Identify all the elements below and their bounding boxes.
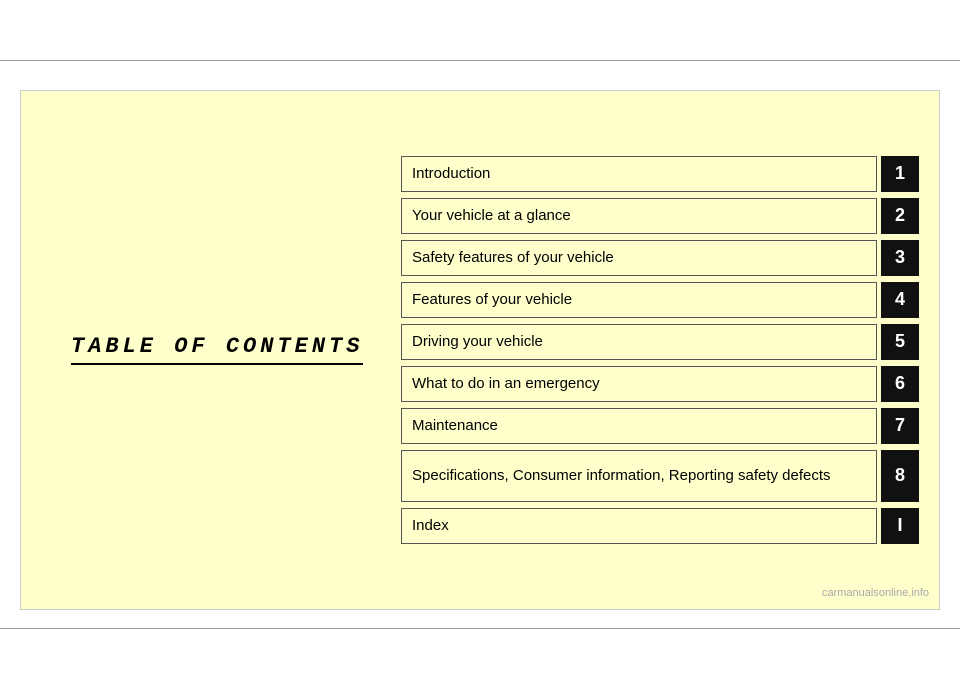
toc-item-number: 2 [881,198,919,234]
left-panel: TABLE OF CONTENTS [41,334,381,365]
bottom-divider [0,628,960,629]
toc-item-number: 6 [881,366,919,402]
toc-item-number: I [881,508,919,544]
watermark: carmanualsonline.info [822,587,929,599]
toc-item-label: Index [401,508,877,544]
toc-row[interactable]: Specifications, Consumer information, Re… [401,450,919,502]
toc-row[interactable]: What to do in an emergency6 [401,366,919,402]
toc-row[interactable]: Driving your vehicle5 [401,324,919,360]
toc-item-label: Introduction [401,156,877,192]
toc-item-number: 7 [881,408,919,444]
toc-title: TABLE OF CONTENTS [71,334,363,365]
toc-item-label: Your vehicle at a glance [401,198,877,234]
toc-row[interactable]: Features of your vehicle4 [401,282,919,318]
toc-item-number: 1 [881,156,919,192]
toc-item-number: 5 [881,324,919,360]
toc-row[interactable]: Safety features of your vehicle3 [401,240,919,276]
toc-item-label: Safety features of your vehicle [401,240,877,276]
toc-item-label: Maintenance [401,408,877,444]
toc-item-number: 3 [881,240,919,276]
toc-item-number: 8 [881,450,919,502]
toc-item-label: Specifications, Consumer information, Re… [401,450,877,502]
toc-list: Introduction1Your vehicle at a glance2Sa… [381,156,919,544]
toc-item-number: 4 [881,282,919,318]
toc-item-label: What to do in an emergency [401,366,877,402]
toc-row[interactable]: Maintenance7 [401,408,919,444]
toc-row[interactable]: Your vehicle at a glance2 [401,198,919,234]
toc-item-label: Driving your vehicle [401,324,877,360]
toc-row[interactable]: Introduction1 [401,156,919,192]
main-content: TABLE OF CONTENTS Introduction1Your vehi… [20,90,940,610]
page-wrapper: TABLE OF CONTENTS Introduction1Your vehi… [0,0,960,689]
toc-item-label: Features of your vehicle [401,282,877,318]
top-divider [0,60,960,61]
toc-row[interactable]: IndexI [401,508,919,544]
